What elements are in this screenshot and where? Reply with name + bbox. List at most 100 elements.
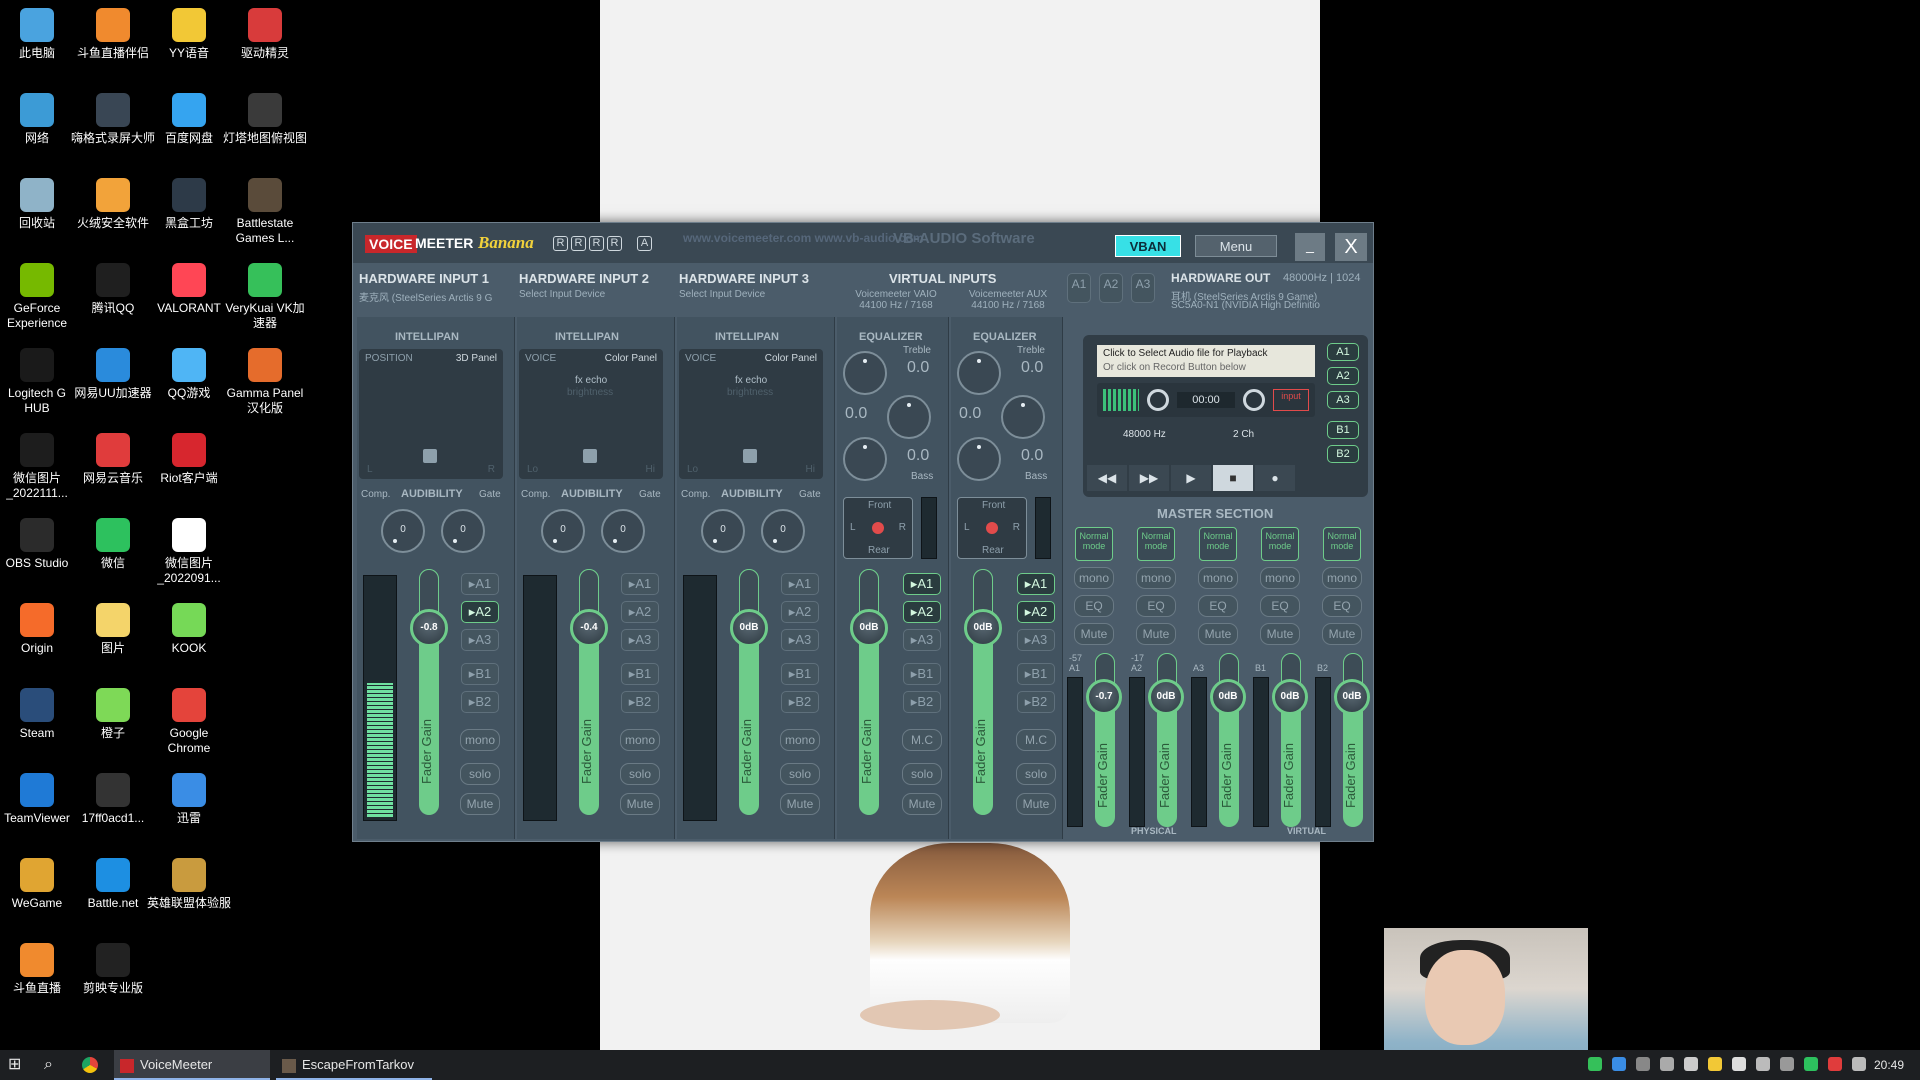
hardware-out-device-2[interactable]: SC5A0-N1 (NVIDIA High Definitio bbox=[1171, 300, 1371, 311]
master-fader-knob[interactable]: -0.7 bbox=[1086, 679, 1122, 715]
mid-knob[interactable] bbox=[1001, 395, 1045, 439]
master-mute-button[interactable]: Mute bbox=[1260, 623, 1300, 645]
desktop-icon[interactable]: Google Chrome bbox=[147, 684, 231, 756]
bus-b1-button[interactable]: ▸B1 bbox=[903, 663, 941, 685]
desktop-icon[interactable]: 网络 bbox=[0, 89, 79, 146]
normal-mode-button[interactable]: Normal mode bbox=[1075, 527, 1113, 561]
desktop-icon[interactable]: 驱动精灵 bbox=[223, 4, 307, 61]
treble-knob[interactable] bbox=[957, 351, 1001, 395]
desktop-icon[interactable]: WeGame bbox=[0, 854, 79, 911]
treble-knob[interactable] bbox=[843, 351, 887, 395]
pan-cursor[interactable] bbox=[743, 449, 757, 463]
title-bar[interactable]: VOICE MEETER Banana R R R R A www.voicem… bbox=[353, 223, 1373, 263]
desktop-icon[interactable]: QQ游戏 bbox=[147, 344, 231, 401]
tray-icon-5[interactable] bbox=[1684, 1057, 1698, 1071]
fader-knob[interactable]: -0.4 bbox=[570, 609, 608, 647]
tape-bus-b2[interactable]: B2 bbox=[1327, 445, 1359, 463]
master-eq-button[interactable]: EQ bbox=[1322, 595, 1362, 617]
out-a3-button[interactable]: A3 bbox=[1131, 273, 1155, 303]
hw-input-2-header[interactable]: HARDWARE INPUT 2 bbox=[519, 271, 649, 286]
desktop-icon[interactable]: 网易云音乐 bbox=[71, 429, 155, 486]
desktop-icon[interactable]: TeamViewer bbox=[0, 769, 79, 826]
mono-button[interactable]: M.C bbox=[1016, 729, 1056, 751]
comp-knob[interactable]: 0 bbox=[381, 509, 425, 553]
solo-button[interactable]: solo bbox=[902, 763, 942, 785]
solo-button[interactable]: solo bbox=[1016, 763, 1056, 785]
master-mono-button[interactable]: mono bbox=[1136, 567, 1176, 589]
bus-b1-button[interactable]: ▸B1 bbox=[1017, 663, 1055, 685]
desktop-icon[interactable]: Logitech G HUB bbox=[0, 344, 79, 416]
start-icon[interactable]: ⊞ bbox=[8, 1050, 28, 1080]
bus-a1-button[interactable]: ▸A1 bbox=[621, 573, 659, 595]
hw-input-3-header[interactable]: HARDWARE INPUT 3 bbox=[679, 271, 809, 286]
mono-button[interactable]: M.C bbox=[902, 729, 942, 751]
chrome-icon[interactable] bbox=[82, 1050, 102, 1080]
mono-button[interactable]: mono bbox=[460, 729, 500, 751]
bus-b2-button[interactable]: ▸B2 bbox=[903, 691, 941, 713]
tape-bus-a2[interactable]: A2 bbox=[1327, 367, 1359, 385]
mute-button[interactable]: Mute bbox=[1016, 793, 1056, 815]
tray-icon-8[interactable] bbox=[1756, 1057, 1770, 1071]
desktop-icon[interactable]: Riot客户端 bbox=[147, 429, 231, 486]
minimize-button[interactable]: _ bbox=[1295, 233, 1325, 261]
tray-icon-3[interactable] bbox=[1636, 1057, 1650, 1071]
master-mute-button[interactable]: Mute bbox=[1136, 623, 1176, 645]
master-mute-button[interactable]: Mute bbox=[1198, 623, 1238, 645]
bus-a2-button[interactable]: ▸A2 bbox=[461, 601, 499, 623]
desktop-icon[interactable]: 斗鱼直播伴侣 bbox=[71, 4, 155, 61]
hw-input-1-header[interactable]: HARDWARE INPUT 1 bbox=[359, 271, 489, 286]
desktop-icon[interactable]: OBS Studio bbox=[0, 514, 79, 571]
master-eq-button[interactable]: EQ bbox=[1136, 595, 1176, 617]
fast-forward-button[interactable]: ▶▶ bbox=[1129, 465, 1169, 491]
mono-button[interactable]: mono bbox=[620, 729, 660, 751]
mute-button[interactable]: Mute bbox=[460, 793, 500, 815]
mute-button[interactable]: Mute bbox=[780, 793, 820, 815]
bus-b2-button[interactable]: ▸B2 bbox=[621, 691, 659, 713]
bus-a1-button[interactable]: ▸A1 bbox=[1017, 573, 1055, 595]
spatial-panel[interactable]: Front L R Rear bbox=[843, 497, 913, 559]
fader-track[interactable]: Fader Gain bbox=[419, 569, 439, 815]
desktop-icon[interactable]: 黑盒工坊 bbox=[147, 174, 231, 231]
intellipan-panel[interactable]: POSITION 3D Panel L R bbox=[359, 349, 503, 479]
desktop-icon[interactable]: Battlestate Games L... bbox=[223, 174, 307, 246]
master-fader-knob[interactable]: 0dB bbox=[1334, 679, 1370, 715]
bass-knob[interactable] bbox=[957, 437, 1001, 481]
solo-button[interactable]: solo bbox=[780, 763, 820, 785]
intellipan-panel[interactable]: VOICE Color Panel fx echo brightness Lo H… bbox=[519, 349, 663, 479]
hw-input-3-device[interactable]: Select Input Device bbox=[679, 289, 829, 300]
master-eq-button[interactable]: EQ bbox=[1074, 595, 1114, 617]
normal-mode-button[interactable]: Normal mode bbox=[1137, 527, 1175, 561]
master-mute-button[interactable]: Mute bbox=[1074, 623, 1114, 645]
spatial-cursor[interactable] bbox=[872, 522, 884, 534]
stop-button[interactable]: ■ bbox=[1213, 465, 1253, 491]
desktop-icon[interactable]: 百度网盘 bbox=[147, 89, 231, 146]
tray-icon-7[interactable] bbox=[1732, 1057, 1746, 1071]
tray-icon-9[interactable] bbox=[1780, 1057, 1794, 1071]
mute-button[interactable]: Mute bbox=[902, 793, 942, 815]
spatial-panel[interactable]: Front L R Rear bbox=[957, 497, 1027, 559]
mute-button[interactable]: Mute bbox=[620, 793, 660, 815]
fader-knob[interactable]: 0dB bbox=[730, 609, 768, 647]
desktop-icon[interactable]: Battle.net bbox=[71, 854, 155, 911]
intellipan-panel[interactable]: VOICE Color Panel fx echo brightness Lo H… bbox=[679, 349, 823, 479]
desktop-icon[interactable]: 17ff0acd1... bbox=[71, 769, 155, 826]
bus-a1-button[interactable]: ▸A1 bbox=[781, 573, 819, 595]
desktop-icon[interactable]: VeryKuai VK加速器 bbox=[223, 259, 307, 331]
desktop-icon[interactable]: 微信 bbox=[71, 514, 155, 571]
desktop-icon[interactable]: VALORANT bbox=[147, 259, 231, 316]
rewind-button[interactable]: ◀◀ bbox=[1087, 465, 1127, 491]
close-button[interactable]: X bbox=[1335, 233, 1367, 261]
bus-a1-button[interactable]: ▸A1 bbox=[461, 573, 499, 595]
desktop-icon[interactable]: 英雄联盟体验服 bbox=[147, 854, 231, 911]
tray-icon-1[interactable] bbox=[1588, 1057, 1602, 1071]
master-fader-knob[interactable]: 0dB bbox=[1210, 679, 1246, 715]
gate-knob[interactable]: 0 bbox=[761, 509, 805, 553]
master-fader-knob[interactable]: 0dB bbox=[1272, 679, 1308, 715]
desktop-icon[interactable]: 网易UU加速器 bbox=[71, 344, 155, 401]
desktop-icon[interactable]: 嗨格式录屏大师 bbox=[71, 89, 155, 146]
fader-knob[interactable]: 0dB bbox=[850, 609, 888, 647]
desktop-icon[interactable]: Gamma Panel汉化版 bbox=[223, 344, 307, 416]
desktop-icon[interactable]: 腾讯QQ bbox=[71, 259, 155, 316]
tray-icon-12[interactable] bbox=[1852, 1057, 1866, 1071]
desktop-icon[interactable]: 灯塔地图俯视图 bbox=[223, 89, 307, 146]
